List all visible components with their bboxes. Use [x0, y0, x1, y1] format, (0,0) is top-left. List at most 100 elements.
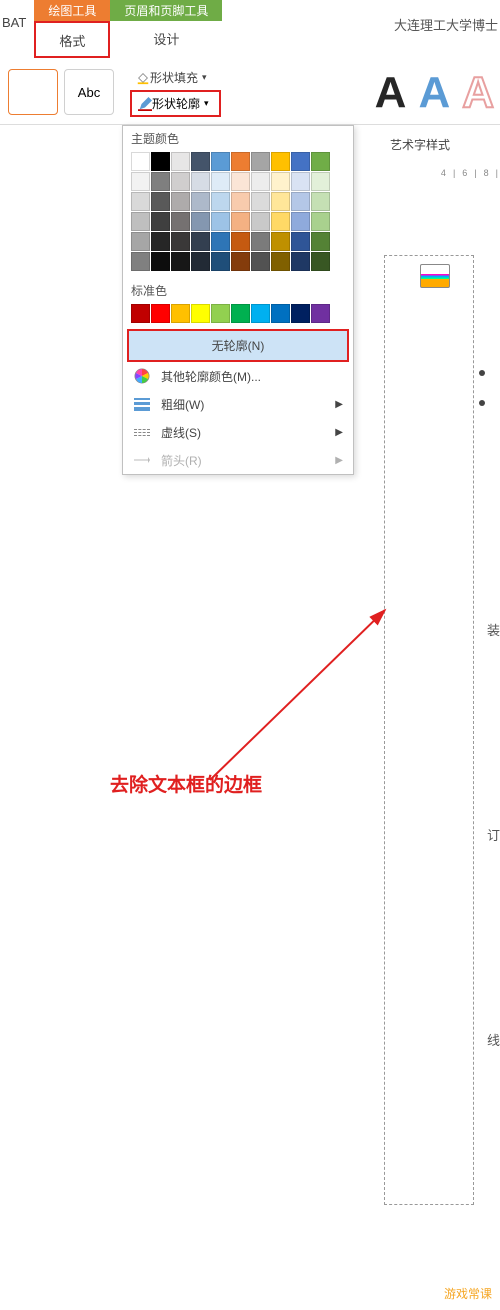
color-swatch[interactable] — [311, 192, 330, 211]
color-swatch[interactable] — [271, 212, 290, 231]
color-swatch[interactable] — [291, 152, 310, 171]
color-swatch[interactable] — [211, 232, 230, 251]
tab-design[interactable]: 设计 — [110, 21, 222, 54]
color-swatch[interactable] — [211, 192, 230, 211]
color-swatch[interactable] — [231, 172, 250, 191]
color-swatch[interactable] — [151, 232, 170, 251]
color-swatch[interactable] — [211, 212, 230, 231]
standard-color-row — [123, 301, 353, 329]
color-swatch[interactable] — [211, 172, 230, 191]
color-swatch[interactable] — [311, 172, 330, 191]
color-swatch[interactable] — [191, 232, 210, 251]
color-swatch[interactable] — [311, 232, 330, 251]
color-swatch[interactable] — [191, 252, 210, 271]
color-swatch[interactable] — [311, 252, 330, 271]
color-swatch[interactable] — [131, 192, 150, 211]
color-swatch[interactable] — [231, 304, 250, 323]
color-swatch[interactable] — [291, 252, 310, 271]
more-outline-colors-item[interactable]: 其他轮廓颜色(M)... — [123, 362, 353, 390]
color-swatch[interactable] — [211, 304, 230, 323]
shape-style-tile-2[interactable]: Abc — [64, 69, 114, 115]
shape-fill-button[interactable]: 形状填充 ▾ — [130, 67, 221, 88]
color-swatch[interactable] — [131, 152, 150, 171]
color-swatch[interactable] — [251, 252, 270, 271]
color-swatch[interactable] — [171, 252, 190, 271]
color-swatch[interactable] — [171, 172, 190, 191]
color-swatch[interactable] — [151, 172, 170, 191]
wordart-gallery[interactable]: A A A — [369, 60, 500, 125]
textbox-selection-border[interactable] — [384, 255, 474, 1205]
wordart-style-1[interactable]: A — [375, 68, 407, 118]
color-swatch[interactable] — [291, 304, 310, 323]
chevron-right-icon: ▶ — [335, 427, 343, 438]
color-swatch[interactable] — [251, 192, 270, 211]
shape-outline-button[interactable]: 形状轮廓 ▾ — [130, 90, 221, 117]
weight-label: 粗细(W) — [161, 396, 204, 413]
shape-style-gallery[interactable]: Abc — [0, 69, 122, 115]
header-footer-tools-header: 页眉和页脚工具 — [110, 0, 222, 21]
color-swatch[interactable] — [271, 232, 290, 251]
color-swatch[interactable] — [231, 152, 250, 171]
arrows-icon — [133, 451, 151, 469]
color-swatch[interactable] — [211, 252, 230, 271]
color-swatch[interactable] — [271, 304, 290, 323]
color-swatch[interactable] — [231, 252, 250, 271]
color-swatch[interactable] — [191, 172, 210, 191]
color-swatch[interactable] — [151, 252, 170, 271]
color-swatch[interactable] — [171, 304, 190, 323]
color-swatch[interactable] — [231, 232, 250, 251]
color-swatch[interactable] — [151, 152, 170, 171]
tab-bat[interactable]: BAT — [0, 0, 34, 30]
color-swatch[interactable] — [271, 152, 290, 171]
color-swatch[interactable] — [271, 192, 290, 211]
shape-style-tile-1[interactable] — [8, 69, 58, 115]
color-swatch[interactable] — [311, 212, 330, 231]
color-swatch[interactable] — [251, 152, 270, 171]
color-swatch[interactable] — [191, 304, 210, 323]
color-swatch[interactable] — [151, 212, 170, 231]
drawing-tools-header: 绘图工具 — [34, 0, 110, 21]
color-swatch[interactable] — [151, 304, 170, 323]
no-outline-item[interactable]: 无轮廓(N) — [127, 329, 349, 362]
weight-item[interactable]: 粗细(W) ▶ — [123, 390, 353, 418]
vertical-text-1: 装 — [487, 620, 500, 639]
tab-format[interactable]: 格式 — [34, 21, 110, 58]
color-swatch[interactable] — [171, 232, 190, 251]
color-swatch[interactable] — [231, 212, 250, 231]
color-swatch[interactable] — [131, 232, 150, 251]
color-swatch[interactable] — [311, 152, 330, 171]
bullet-1 — [479, 370, 485, 376]
color-swatch[interactable] — [171, 152, 190, 171]
color-swatch[interactable] — [291, 232, 310, 251]
color-swatch[interactable] — [131, 212, 150, 231]
color-swatch[interactable] — [251, 304, 270, 323]
color-swatch[interactable] — [291, 192, 310, 211]
document-canvas[interactable]: 装 订 线 — [360, 240, 490, 1220]
color-swatch[interactable] — [271, 172, 290, 191]
color-swatch[interactable] — [151, 192, 170, 211]
color-swatch[interactable] — [271, 252, 290, 271]
color-swatch[interactable] — [191, 152, 210, 171]
color-swatch[interactable] — [191, 212, 210, 231]
color-swatch[interactable] — [251, 212, 270, 231]
color-swatch[interactable] — [231, 192, 250, 211]
wordart-style-2[interactable]: A — [418, 68, 450, 118]
dashes-item[interactable]: 虚线(S) ▶ — [123, 418, 353, 446]
wordart-style-3[interactable]: A — [462, 68, 494, 118]
color-swatch[interactable] — [191, 192, 210, 211]
color-swatch[interactable] — [251, 232, 270, 251]
color-swatch[interactable] — [131, 252, 150, 271]
color-swatch[interactable] — [291, 212, 310, 231]
color-swatch[interactable] — [131, 172, 150, 191]
color-swatch[interactable] — [291, 172, 310, 191]
vertical-text-3: 线 — [487, 1030, 500, 1049]
shape-outline-dropdown: 主题颜色 标准色 无轮廓(N) 其他轮廓颜色(M)... 粗细(W) ▶ 虚线(… — [122, 125, 354, 475]
color-swatch[interactable] — [171, 192, 190, 211]
color-swatch[interactable] — [131, 304, 150, 323]
color-swatch[interactable] — [171, 212, 190, 231]
chevron-down-icon: ▾ — [202, 72, 207, 83]
color-swatch[interactable] — [211, 152, 230, 171]
color-swatch[interactable] — [311, 304, 330, 323]
color-swatch[interactable] — [251, 172, 270, 191]
arrows-item: 箭头(R) ▶ — [123, 446, 353, 474]
